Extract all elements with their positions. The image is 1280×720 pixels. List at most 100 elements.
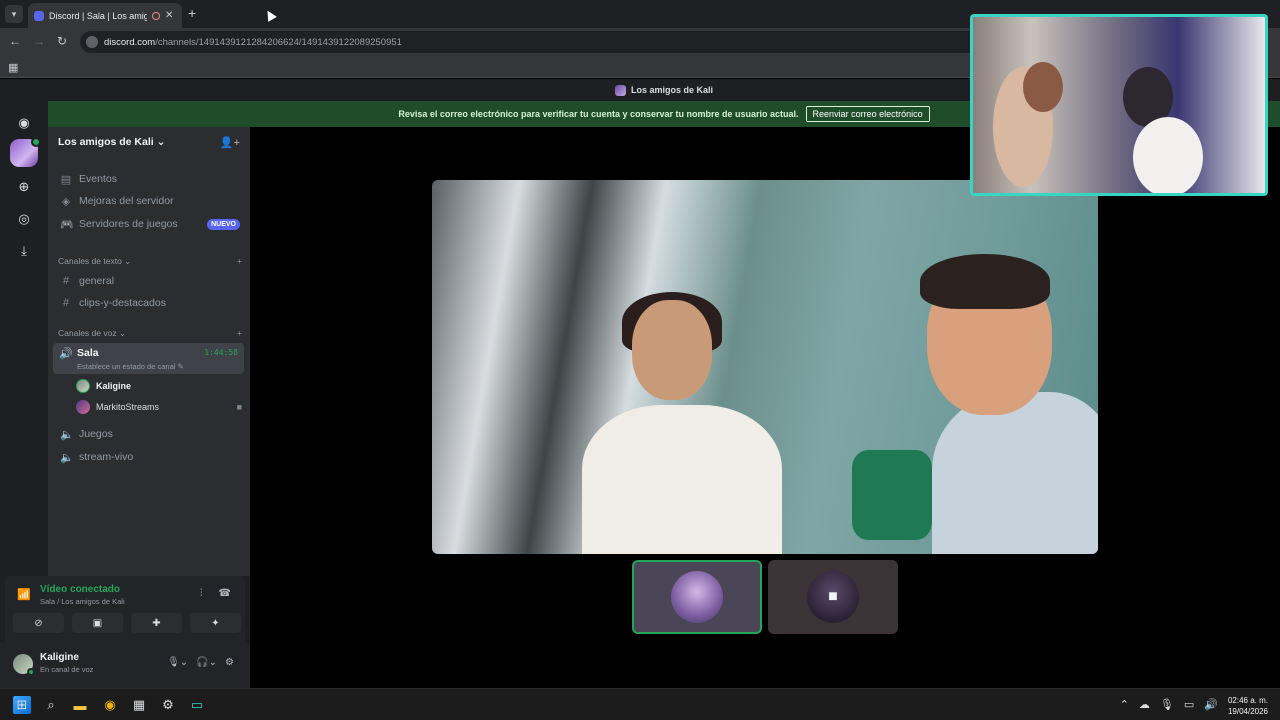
sidebar-item-mejoras[interactable]: ◈ Mejoras del servidor (56, 191, 244, 211)
voice-member-markitostreams[interactable]: MarkitoStreams ■ (76, 398, 242, 416)
server-header[interactable]: Los amigos de Kali ⌄ 👤+ (48, 127, 250, 157)
video-stage: ■ (250, 127, 1280, 688)
gamepad-icon: 🎮 (60, 218, 74, 231)
add-server-icon[interactable]: ⊕ (10, 173, 38, 201)
disconnect-icon[interactable]: ☎ (219, 588, 231, 599)
sidebar-item-label: Servidores de juegos (79, 218, 178, 230)
search-icon[interactable]: ⌕ (42, 696, 60, 714)
server-los-amigos-de-kali[interactable] (10, 137, 41, 167)
new-badge: NUEVO (207, 218, 240, 230)
channel-label: stream-vivo (79, 451, 134, 463)
terminal-icon[interactable]: ▭ (188, 696, 206, 714)
set-status-link[interactable]: Establece un estado de canal ✎ (77, 362, 184, 371)
window-title: Los amigos de Kali (630, 85, 714, 95)
voice-channel-juegos[interactable]: 🔈 Juegos (56, 424, 244, 444)
recording-icon (152, 11, 160, 20)
taskbar-clock[interactable]: 02:46 a. m. 19/04/2026 (1228, 695, 1268, 717)
camera-off-button[interactable]: ⊘ (13, 613, 64, 633)
hash-icon: # (62, 297, 70, 309)
text-channels-category[interactable]: Canales de texto ⌄ + (58, 256, 242, 267)
soundboard-button[interactable]: ✦ (190, 613, 241, 633)
server-name: Los amigos de Kali ⌄ (58, 136, 166, 148)
noise-suppression-icon[interactable]: ⫶ (200, 588, 203, 599)
online-status-dot (27, 668, 35, 676)
video-content (852, 450, 932, 540)
tab-title: Discord | Sala | Los amigos de Kali (49, 10, 147, 21)
forward-icon[interactable]: → (33, 34, 45, 48)
voice-member-kaligine[interactable]: Kaligine (76, 377, 242, 395)
voice-active-badge (31, 137, 41, 147)
clock-time: 02:46 a. m. (1227, 696, 1268, 705)
channel-clips[interactable]: # clips-y-destacados (56, 293, 244, 313)
participant-tile-kaligine[interactable] (632, 560, 762, 634)
display-icon[interactable]: ▭ (1184, 698, 1194, 711)
user-panel: Kaligine En canal de voz 🎙⌄ 🎧⌄ ⚙ (0, 643, 250, 688)
app-icon[interactable]: ⚙ (159, 696, 177, 714)
voice-channels-category[interactable]: Canales de voz ⌄ + (58, 328, 242, 339)
add-channel-icon[interactable]: + (237, 256, 242, 267)
site-info-icon[interactable] (86, 36, 98, 48)
camera-icon: ■ (236, 402, 242, 412)
calendar-icon: ▤ (60, 173, 72, 186)
reload-icon[interactable]: ↻ (57, 34, 67, 48)
notice-text: Revisa el correo electrónico para verifi… (398, 109, 799, 119)
activities-button[interactable]: ✚ (131, 613, 182, 633)
server-icon (614, 84, 626, 96)
mouse-cursor-icon (263, 8, 277, 22)
avatar (671, 571, 723, 623)
back-icon[interactable]: ← (9, 34, 21, 48)
channel-general[interactable]: # general (56, 271, 244, 291)
channel-label: general (79, 275, 115, 287)
call-timer: 1:44:58 (204, 348, 238, 357)
tab-list-icon[interactable]: ▾ (5, 5, 23, 23)
speaker-icon: 🔈 (60, 428, 74, 441)
microphone-icon[interactable]: 🎙⌄ (167, 657, 188, 668)
voice-channel-stream-vivo[interactable]: 🔈 stream-vivo (56, 447, 244, 467)
main-video-stream[interactable] (432, 180, 1098, 554)
voice-channel-sala[interactable]: 🔊 Sala 1:44:58 Establece un estado de ca… (53, 343, 244, 374)
hash-icon: # (62, 275, 70, 287)
new-tab-button[interactable]: + (188, 5, 196, 21)
system-tray: ⌃ ☁ 🎙 ▭ 🔊 (1120, 698, 1218, 711)
sidebar-item-servidores-de-juegos[interactable]: 🎮 Servidores de juegos NUEVO (56, 214, 244, 234)
avatar: ■ (807, 571, 859, 623)
discord-home-icon[interactable]: ◉ (10, 109, 38, 137)
close-tab-icon[interactable]: ✕ (165, 10, 173, 21)
category-label: Canales de voz (58, 328, 117, 338)
speaker-icon: 🔈 (60, 451, 74, 464)
member-name: Kaligine (96, 381, 132, 391)
camera-icon: ■ (828, 588, 838, 605)
address-bar[interactable]: discord.com/channels/1491439121284206624… (80, 31, 980, 53)
voice-status-subtitle[interactable]: Sala / Los amigos de Kali (40, 597, 125, 606)
member-name: MarkitoStreams (96, 402, 160, 412)
tab-discord[interactable]: Discord | Sala | Los amigos de Kali ✕ (28, 3, 182, 28)
microphone-icon[interactable]: 🎙 (1160, 698, 1174, 711)
download-icon[interactable]: ⤓ (10, 237, 38, 265)
volume-icon[interactable]: 🔊 (1204, 698, 1218, 711)
chrome-icon[interactable]: ◉ (101, 696, 119, 714)
settings-gear-icon[interactable]: ⚙ (225, 657, 234, 668)
avatar (76, 379, 90, 393)
apps-grid-icon[interactable]: ▦ (8, 61, 18, 74)
headphones-icon[interactable]: 🎧⌄ (196, 657, 217, 668)
avatar[interactable] (13, 654, 35, 676)
participant-tile-markitostreams[interactable]: ■ (768, 560, 898, 634)
store-icon[interactable]: ▦ (130, 696, 148, 714)
boost-icon: ◈ (61, 195, 71, 208)
discover-icon[interactable]: ◎ (10, 205, 38, 233)
signal-icon[interactable]: 📶 (17, 588, 31, 601)
invite-user-icon[interactable]: 👤+ (220, 136, 240, 149)
add-channel-icon[interactable]: + (237, 328, 242, 339)
start-icon[interactable]: ⊞ (13, 696, 31, 714)
sidebar-item-label: Mejoras del servidor (79, 195, 174, 207)
cloud-icon[interactable]: ☁ (1139, 698, 1150, 711)
screen-share-button[interactable]: ▣ (72, 613, 123, 633)
user-name[interactable]: Kaligine (40, 652, 79, 663)
url-text: discord.com/channels/1491439121284206624… (104, 36, 402, 48)
file-explorer-icon[interactable]: ▬ (71, 696, 89, 714)
user-status: En canal de voz (40, 665, 94, 674)
windows-taskbar: ⊞ ⌕ ▬ ◉ ▦ ⚙ ▭ ⌃ ☁ 🎙 ▭ 🔊 02:46 a. m. 19/0… (0, 688, 1280, 720)
sidebar-item-eventos[interactable]: ▤ Eventos (56, 169, 244, 189)
chevron-up-icon[interactable]: ⌃ (1120, 698, 1129, 711)
resend-email-button[interactable]: Reenviar correo electrónico (805, 106, 930, 122)
